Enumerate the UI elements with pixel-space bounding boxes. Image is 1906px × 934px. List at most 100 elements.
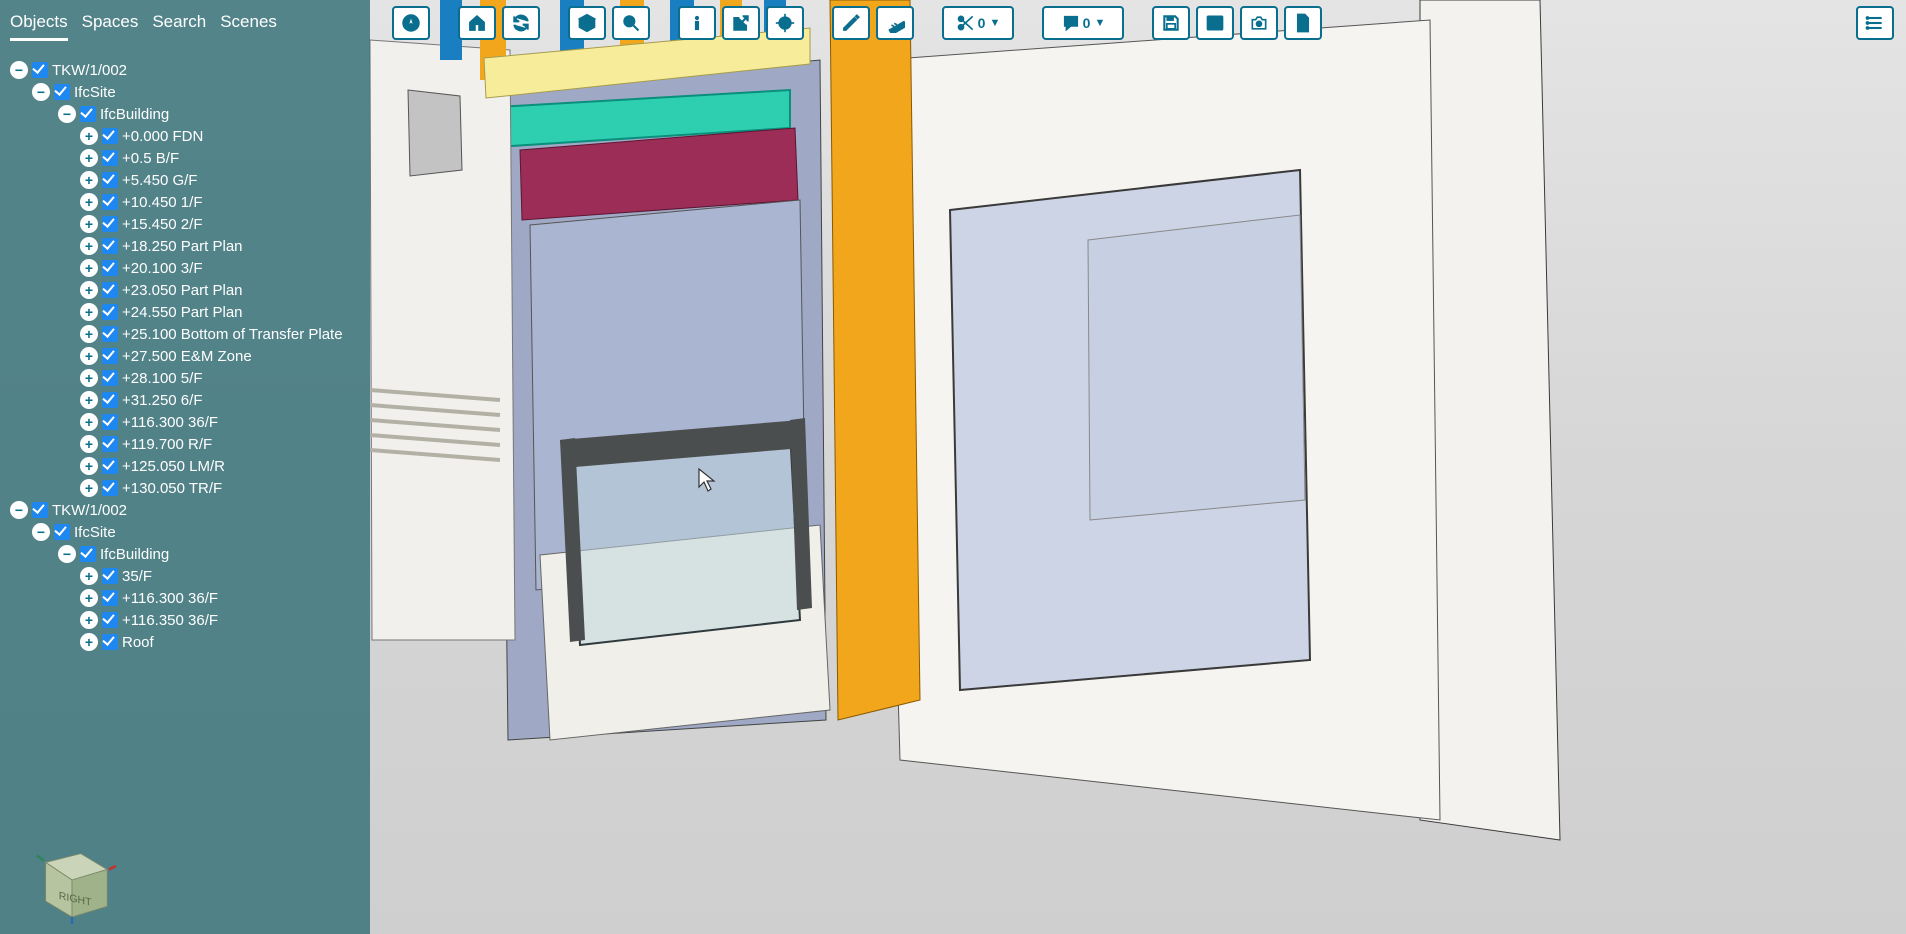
collapse-icon[interactable]: − <box>10 501 28 519</box>
tree-row[interactable]: ++27.500 E&M Zone <box>10 345 364 367</box>
tree-row[interactable]: ++119.700 R/F <box>10 433 364 455</box>
refresh-button[interactable] <box>502 6 540 40</box>
tree-row[interactable]: ++130.050 TR/F <box>10 477 364 499</box>
tree-row[interactable]: ++28.100 5/F <box>10 367 364 389</box>
tree-row[interactable]: −TKW/1/002 <box>10 59 364 81</box>
visibility-checkbox[interactable] <box>102 458 118 474</box>
visibility-checkbox[interactable] <box>102 260 118 276</box>
external-link-button[interactable] <box>722 6 760 40</box>
tree-row[interactable]: −IfcBuilding <box>10 543 364 565</box>
camera-button[interactable] <box>1240 6 1278 40</box>
target-button[interactable] <box>766 6 804 40</box>
expand-icon[interactable]: + <box>80 259 98 277</box>
expand-icon[interactable]: + <box>80 589 98 607</box>
tree-row[interactable]: −IfcSite <box>10 81 364 103</box>
visibility-checkbox[interactable] <box>102 282 118 298</box>
expand-icon[interactable]: + <box>80 369 98 387</box>
pencil-button[interactable] <box>832 6 870 40</box>
tree-row[interactable]: ++25.100 Bottom of Transfer Plate <box>10 323 364 345</box>
visibility-checkbox[interactable] <box>80 106 96 122</box>
download-button[interactable] <box>1284 6 1322 40</box>
tree-row[interactable]: ++31.250 6/F <box>10 389 364 411</box>
visibility-checkbox[interactable] <box>102 568 118 584</box>
visibility-checkbox[interactable] <box>102 172 118 188</box>
tree-row[interactable]: ++0.000 FDN <box>10 125 364 147</box>
ruler-button[interactable] <box>876 6 914 40</box>
visibility-checkbox[interactable] <box>80 546 96 562</box>
cube-button[interactable] <box>568 6 606 40</box>
image-button[interactable] <box>1196 6 1234 40</box>
visibility-checkbox[interactable] <box>102 480 118 496</box>
visibility-checkbox[interactable] <box>102 304 118 320</box>
visibility-checkbox[interactable] <box>102 326 118 342</box>
visibility-checkbox[interactable] <box>102 612 118 628</box>
tree-row[interactable]: −IfcSite <box>10 521 364 543</box>
expand-icon[interactable]: + <box>80 237 98 255</box>
visibility-checkbox[interactable] <box>102 128 118 144</box>
visibility-checkbox[interactable] <box>102 392 118 408</box>
tab-spaces[interactable]: Spaces <box>82 12 139 41</box>
tree-row[interactable]: ++10.450 1/F <box>10 191 364 213</box>
expand-icon[interactable]: + <box>80 215 98 233</box>
info-button[interactable] <box>678 6 716 40</box>
compass-button[interactable] <box>392 6 430 40</box>
expand-icon[interactable]: + <box>80 281 98 299</box>
expand-icon[interactable]: + <box>80 457 98 475</box>
visibility-checkbox[interactable] <box>102 150 118 166</box>
visibility-checkbox[interactable] <box>54 84 70 100</box>
tree-row[interactable]: ++0.5 B/F <box>10 147 364 169</box>
visibility-checkbox[interactable] <box>102 436 118 452</box>
visibility-checkbox[interactable] <box>32 502 48 518</box>
search-button[interactable] <box>612 6 650 40</box>
tree-row[interactable]: ++23.050 Part Plan <box>10 279 364 301</box>
visibility-checkbox[interactable] <box>102 194 118 210</box>
tree-row[interactable]: ++116.350 36/F <box>10 609 364 631</box>
expand-icon[interactable]: + <box>80 479 98 497</box>
visibility-checkbox[interactable] <box>102 414 118 430</box>
tree-row[interactable]: ++116.300 36/F <box>10 411 364 433</box>
tree-row[interactable]: ++24.550 Part Plan <box>10 301 364 323</box>
visibility-checkbox[interactable] <box>102 370 118 386</box>
collapse-icon[interactable]: − <box>58 105 76 123</box>
comments-dropdown[interactable]: 0 ▼ <box>1042 6 1124 40</box>
expand-icon[interactable]: + <box>80 171 98 189</box>
scissors-dropdown[interactable]: 0 ▼ <box>942 6 1014 40</box>
expand-icon[interactable]: + <box>80 127 98 145</box>
visibility-checkbox[interactable] <box>102 216 118 232</box>
tree-row[interactable]: −TKW/1/002 <box>10 499 364 521</box>
tree-row[interactable]: +35/F <box>10 565 364 587</box>
visibility-checkbox[interactable] <box>54 524 70 540</box>
collapse-icon[interactable]: − <box>32 523 50 541</box>
nav-cube[interactable]: RIGHT <box>28 836 116 924</box>
tree-row[interactable]: +Roof <box>10 631 364 653</box>
menu-list-button[interactable] <box>1856 6 1894 40</box>
tree-row[interactable]: ++116.300 36/F <box>10 587 364 609</box>
expand-icon[interactable]: + <box>80 347 98 365</box>
tab-objects[interactable]: Objects <box>10 12 68 41</box>
expand-icon[interactable]: + <box>80 611 98 629</box>
visibility-checkbox[interactable] <box>102 590 118 606</box>
tree-row[interactable]: ++20.100 3/F <box>10 257 364 279</box>
expand-icon[interactable]: + <box>80 325 98 343</box>
expand-icon[interactable]: + <box>80 149 98 167</box>
expand-icon[interactable]: + <box>80 391 98 409</box>
expand-icon[interactable]: + <box>80 435 98 453</box>
expand-icon[interactable]: + <box>80 303 98 321</box>
visibility-checkbox[interactable] <box>102 634 118 650</box>
home-button[interactable] <box>458 6 496 40</box>
expand-icon[interactable]: + <box>80 633 98 651</box>
visibility-checkbox[interactable] <box>102 238 118 254</box>
tree-row[interactable]: ++125.050 LM/R <box>10 455 364 477</box>
tab-scenes[interactable]: Scenes <box>220 12 277 41</box>
visibility-checkbox[interactable] <box>102 348 118 364</box>
tree-row[interactable]: −IfcBuilding <box>10 103 364 125</box>
save-button[interactable] <box>1152 6 1190 40</box>
tree-row[interactable]: ++15.450 2/F <box>10 213 364 235</box>
tree-row[interactable]: ++5.450 G/F <box>10 169 364 191</box>
visibility-checkbox[interactable] <box>32 62 48 78</box>
collapse-icon[interactable]: − <box>58 545 76 563</box>
tree-row[interactable]: ++18.250 Part Plan <box>10 235 364 257</box>
expand-icon[interactable]: + <box>80 413 98 431</box>
expand-icon[interactable]: + <box>80 193 98 211</box>
expand-icon[interactable]: + <box>80 567 98 585</box>
